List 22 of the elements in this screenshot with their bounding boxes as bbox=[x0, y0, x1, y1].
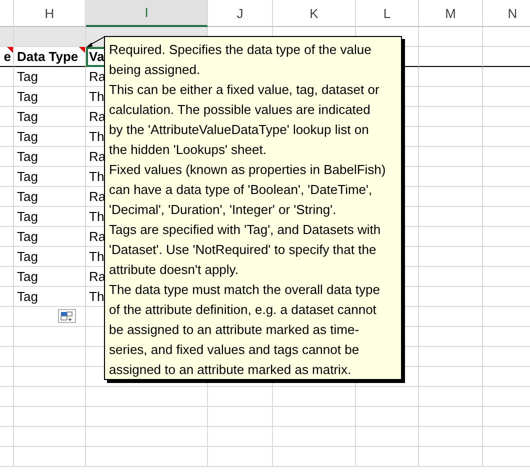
paste-options-icon[interactable] bbox=[58, 309, 76, 323]
table-cell: Tag bbox=[14, 247, 86, 267]
column-header[interactable]: L bbox=[356, 0, 419, 27]
table-cell: Tag bbox=[14, 267, 86, 287]
table-cell: Tag bbox=[14, 147, 86, 167]
table-cell: Tag bbox=[14, 187, 86, 207]
table-cell: Tag bbox=[14, 167, 86, 187]
column-header[interactable]: M bbox=[419, 0, 483, 27]
column-header[interactable]: K bbox=[273, 0, 356, 27]
table-cell: Tag bbox=[14, 67, 86, 87]
header-cell: Data Type bbox=[14, 47, 86, 67]
table-cell: Tag bbox=[14, 107, 86, 127]
table-cell: Tag bbox=[14, 87, 86, 107]
table-cell: Tag bbox=[14, 227, 86, 247]
table-cell: Tag bbox=[14, 287, 86, 307]
table-cell: Tag bbox=[14, 207, 86, 227]
column-header[interactable]: I bbox=[86, 0, 208, 27]
column-header[interactable]: J bbox=[208, 0, 273, 27]
comment-indicator-icon bbox=[7, 47, 13, 53]
column-header[interactable]: H bbox=[14, 0, 86, 27]
table-cell: Tag bbox=[14, 127, 86, 147]
header-cell: e bbox=[0, 47, 14, 67]
